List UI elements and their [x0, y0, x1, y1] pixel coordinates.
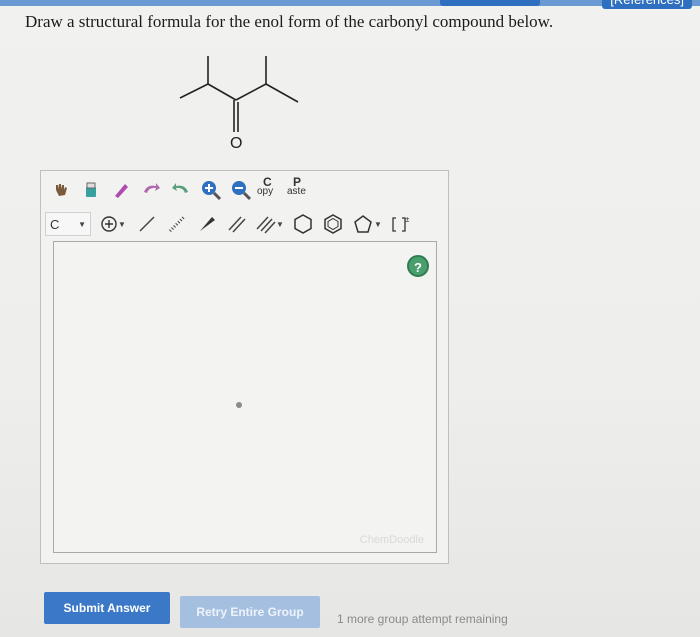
bracket-charge-icon: ± [392, 215, 410, 232]
triple-bond-icon [256, 216, 276, 234]
chevron-down-icon: ▼ [374, 219, 382, 229]
element-select[interactable]: C ▼ [45, 212, 91, 236]
top-bar [0, 0, 700, 6]
pencil-tool[interactable] [107, 177, 135, 203]
hashed-bond-icon [168, 215, 186, 233]
charge-plus-icon [101, 216, 117, 232]
top-tab[interactable] [440, 0, 540, 6]
copy-button[interactable]: C opy [257, 176, 285, 203]
oxygen-label: O [230, 135, 242, 152]
pentagon-tool[interactable]: ▼ [349, 211, 385, 237]
eraser-tool[interactable] [77, 177, 105, 203]
rotate-left-icon [144, 183, 160, 193]
double-bond-icon [228, 216, 246, 233]
chemdoodle-watermark: ChemDoodle [359, 534, 424, 546]
wedge-bond-icon [200, 217, 215, 231]
eraser-icon [86, 182, 96, 197]
benzene-tool[interactable] [319, 211, 347, 237]
hexagon-icon [294, 214, 312, 234]
wedge-bond-tool[interactable] [193, 211, 221, 237]
submit-answer-button[interactable]: Submit Answer [44, 592, 170, 624]
bracket-charge-tool[interactable]: ± [387, 211, 415, 237]
chevron-down-icon: ▼ [118, 219, 126, 229]
single-bond-tool[interactable] [133, 211, 161, 237]
copy-label-small: opy [257, 186, 274, 197]
toolbar-row-1: C opy P aste [47, 175, 317, 205]
drawing-canvas[interactable]: ? ChemDoodle [53, 241, 437, 553]
carbonyl-structure: O [179, 56, 299, 152]
cursor-dot [236, 402, 242, 408]
bond [179, 83, 209, 99]
toolbar-row-2: C ▼ ▼ ▼ ▼ ± [45, 209, 417, 239]
bond [235, 83, 267, 101]
svg-text:±: ± [405, 215, 410, 224]
rotate-left-tool[interactable] [137, 177, 165, 203]
rotate-right-tool[interactable] [167, 177, 195, 203]
hand-icon [56, 184, 67, 196]
element-value: C [50, 216, 60, 232]
paste-button[interactable]: P aste [287, 176, 315, 203]
charge-tool[interactable]: ▼ [95, 211, 131, 237]
question-text: Draw a structural formula for the enol f… [25, 12, 554, 31]
pentagon-icon [354, 215, 372, 233]
triple-bond-tool[interactable]: ▼ [253, 211, 287, 237]
help-button[interactable]: ? [407, 255, 429, 277]
zoom-in-icon [202, 181, 222, 201]
retry-group-button[interactable]: Retry Entire Group [180, 596, 320, 628]
paste-label-small: aste [287, 186, 306, 197]
attempts-remaining-text: 1 more group attempt remaining [337, 612, 508, 626]
benzene-icon [324, 214, 342, 234]
chemdoodle-sketcher: C opy P aste C ▼ ▼ ▼ ▼ ± ? ChemDoodle [40, 170, 449, 564]
chevron-down-icon: ▼ [78, 219, 86, 229]
hexagon-tool[interactable] [289, 211, 317, 237]
zoom-out-icon [232, 181, 252, 201]
pencil-icon [115, 184, 128, 198]
zoom-out-tool[interactable] [227, 177, 255, 203]
single-bond-icon [139, 216, 155, 232]
bond [207, 83, 237, 101]
bond [265, 83, 299, 103]
hashed-bond-tool[interactable] [163, 211, 191, 237]
hand-tool[interactable] [47, 177, 75, 203]
references-button[interactable]: [References] [602, 0, 692, 9]
double-bond-tool[interactable] [223, 211, 251, 237]
chevron-down-icon: ▼ [276, 219, 284, 229]
zoom-in-tool[interactable] [197, 177, 225, 203]
rotate-right-icon [172, 183, 188, 193]
